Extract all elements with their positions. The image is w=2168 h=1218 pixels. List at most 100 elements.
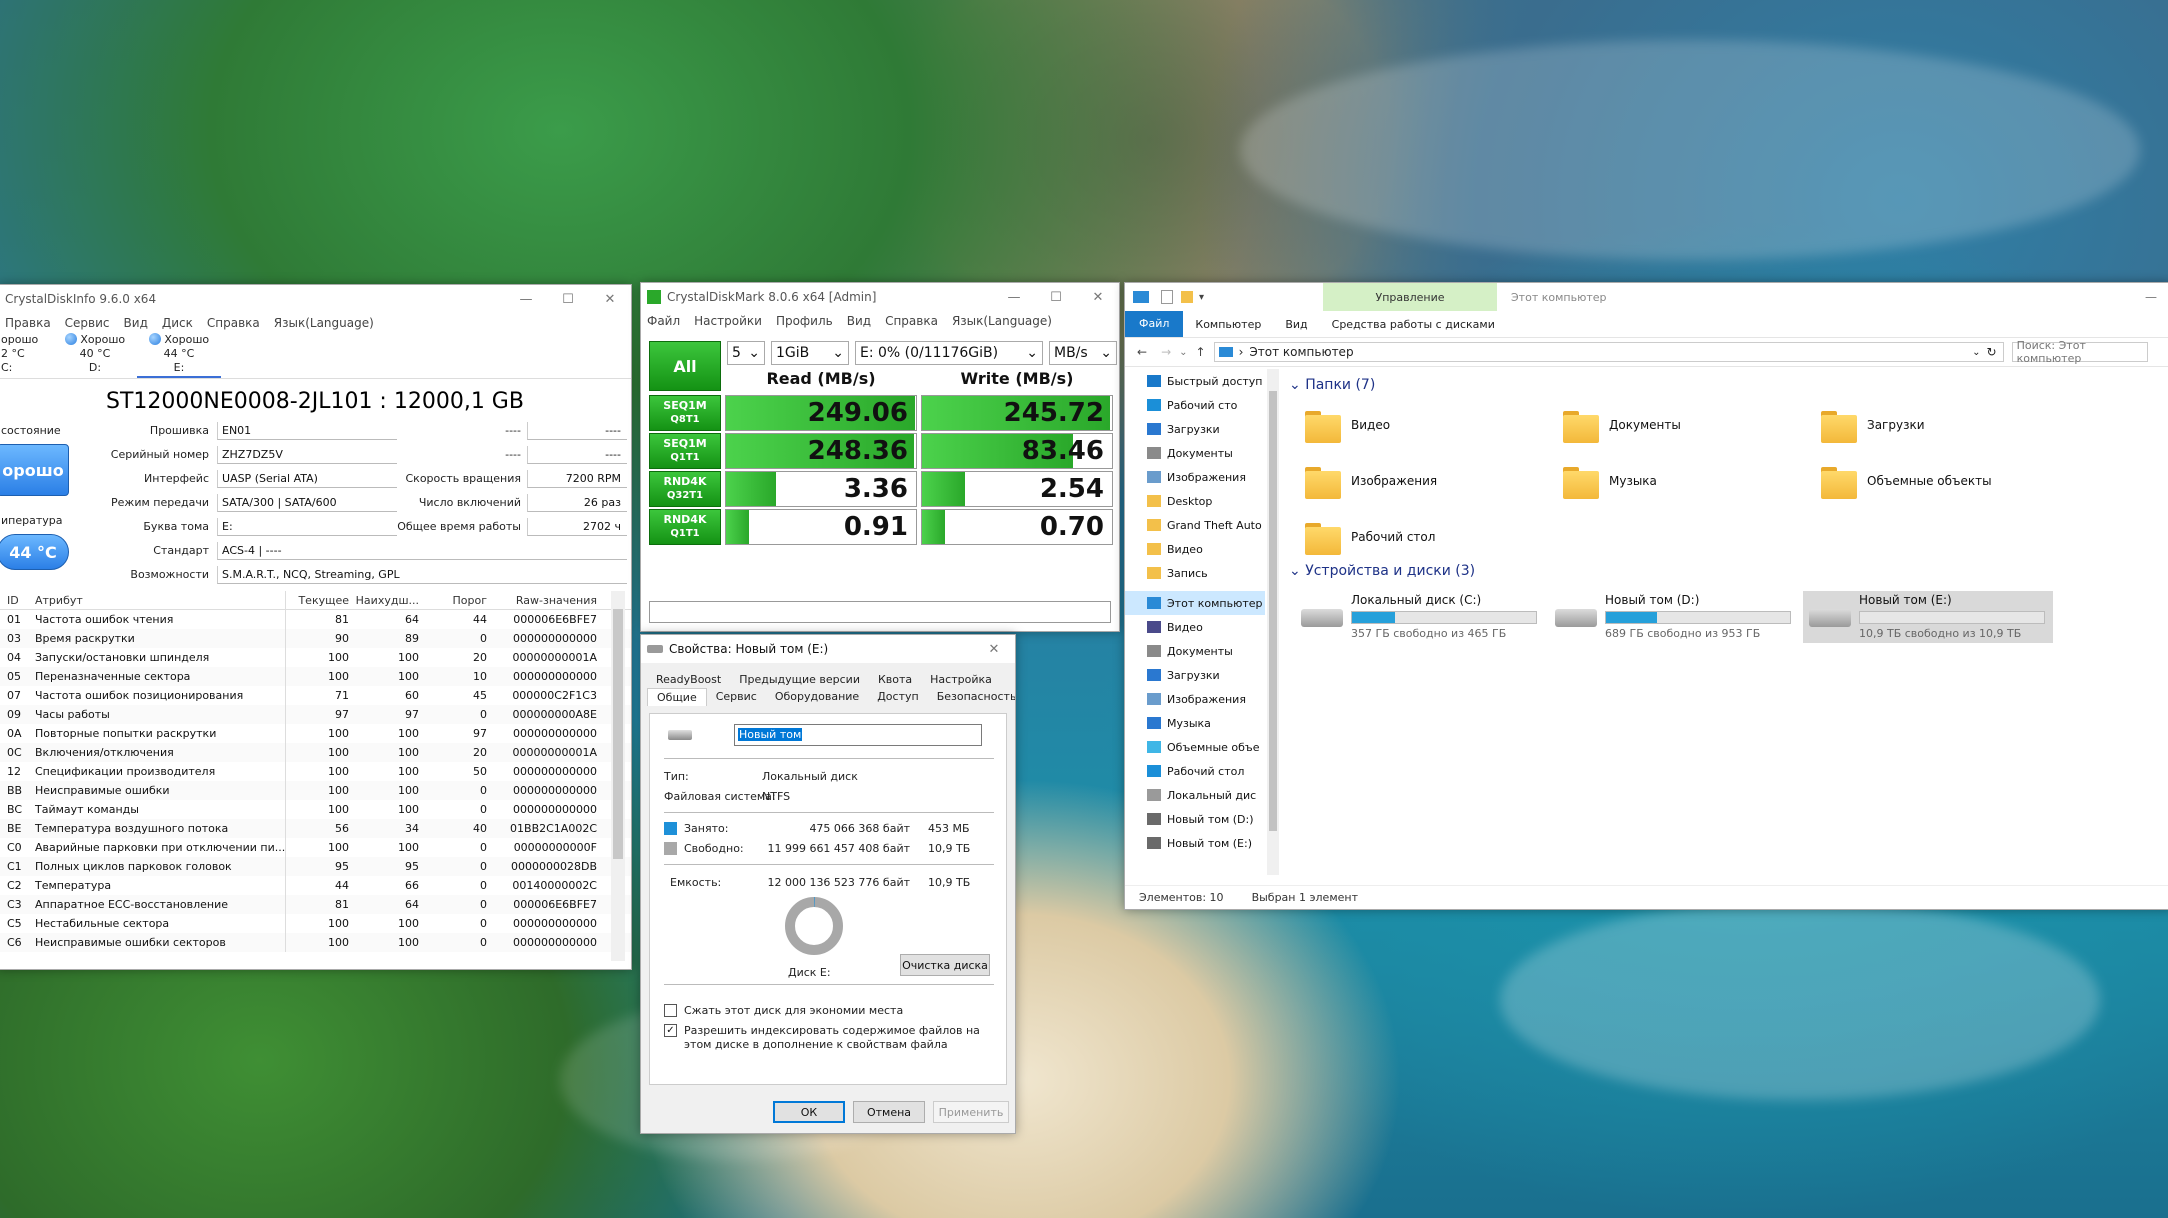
minimize-icon[interactable]: — — [993, 283, 1035, 311]
menu-help[interactable]: Справка — [207, 316, 260, 330]
smart-table-row[interactable]: C1 Полных циклов парковок головок 95 95 0 000… — [0, 857, 631, 876]
tab-previous-versions[interactable]: Предыдущие версии — [730, 671, 869, 688]
nav-item[interactable]: Документы — [1125, 441, 1265, 465]
smart-table-row[interactable]: 05 Переназначенные сектора 100 100 10 0000000… — [0, 667, 631, 686]
column-id[interactable]: ID — [0, 591, 29, 609]
quick-access-dropdown-icon[interactable]: ▾ — [1199, 292, 1204, 303]
column-current[interactable]: Текущее — [285, 591, 353, 609]
nav-item[interactable]: Видео — [1125, 615, 1265, 639]
drive-tab-c[interactable]: орошо 2 °C C: — [1, 333, 53, 378]
menu-language[interactable]: Язык(Language) — [274, 316, 374, 330]
folder-item[interactable]: Документы — [1559, 403, 1681, 447]
volume-name-input[interactable]: Новый том — [734, 724, 982, 746]
ok-button[interactable]: ОК — [773, 1101, 845, 1123]
nav-item[interactable]: Этот компьютер — [1125, 591, 1265, 615]
folder-item[interactable]: Изображения — [1301, 459, 1437, 503]
smart-table-row[interactable]: 0A Повторные попытки раскрутки 100 100 97 000… — [0, 724, 631, 743]
refresh-icon[interactable]: ↻ — [1987, 345, 1997, 359]
tab-hardware[interactable]: Оборудование — [766, 688, 868, 706]
drive-item[interactable]: Локальный диск (C:) 357 ГБ свободно из 46… — [1295, 591, 1545, 643]
menu-profile[interactable]: Профиль — [776, 314, 833, 328]
smart-table-row[interactable]: 01 Частота ошибок чтения 81 64 44 000006E6BFE… — [0, 610, 631, 629]
tab-general[interactable]: Общие — [647, 688, 707, 706]
nav-item[interactable]: Видео — [1125, 537, 1265, 561]
close-icon[interactable]: ✕ — [973, 635, 1015, 663]
folder-item[interactable]: Объемные объекты — [1817, 459, 1992, 503]
forward-icon[interactable]: → — [1161, 345, 1171, 359]
size-select[interactable]: 1GiB ⌄ — [771, 341, 849, 365]
menu-view[interactable]: Вид — [124, 316, 148, 330]
tab-file[interactable]: Файл — [1125, 311, 1184, 337]
tab-security[interactable]: Безопасность — [928, 688, 1015, 706]
run-all-button[interactable]: All — [649, 341, 721, 391]
smart-table-row[interactable]: C6 Неисправимые ошибки секторов 100 100 0 000… — [0, 933, 631, 952]
scrollbar-thumb[interactable] — [1269, 391, 1277, 831]
tab-drive-tools[interactable]: Средства работы с дисками — [1320, 318, 1507, 331]
nav-item[interactable]: Объемные объе — [1125, 735, 1265, 759]
tab-sharing[interactable]: Доступ — [868, 688, 927, 706]
smart-table-scrollbar[interactable] — [611, 591, 625, 961]
test-label-button[interactable]: SEQ1M Q1T1 — [649, 433, 721, 469]
smart-table-row[interactable]: 09 Часы работы 97 97 0 000000000A8E — [0, 705, 631, 724]
nav-item[interactable]: Новый том (D:) — [1125, 807, 1265, 831]
folder-item[interactable]: Музыка — [1559, 459, 1657, 503]
menu-view[interactable]: Вид — [847, 314, 871, 328]
back-icon[interactable]: ← — [1137, 345, 1147, 359]
test-label-button[interactable]: SEQ1M Q8T1 — [649, 395, 721, 431]
smart-table-row[interactable]: 0C Включения/отключения 100 100 20 0000000000… — [0, 743, 631, 762]
smart-table-row[interactable]: C3 Аппаратное ECC-восстановление 81 64 0 0000… — [0, 895, 631, 914]
up-icon[interactable]: ↑ — [1196, 345, 1206, 359]
nav-item[interactable]: Музыка — [1125, 711, 1265, 735]
tab-quota[interactable]: Квота — [869, 671, 921, 688]
minimize-icon[interactable]: — — [505, 285, 547, 313]
folder-item[interactable]: Загрузки — [1817, 403, 1925, 447]
tab-readyboost[interactable]: ReadyBoost — [647, 671, 730, 688]
count-select[interactable]: 5 ⌄ — [727, 341, 765, 365]
nav-item[interactable]: Документы — [1125, 639, 1265, 663]
close-icon[interactable]: ✕ — [1077, 283, 1119, 311]
nav-item[interactable]: Изображения — [1125, 687, 1265, 711]
nav-item[interactable]: Загрузки — [1125, 417, 1265, 441]
smart-table-row[interactable]: 04 Запуски/остановки шпинделя 100 100 20 0000… — [0, 648, 631, 667]
folder-item[interactable]: Рабочий стол — [1301, 515, 1435, 559]
folders-group-header[interactable]: ⌄ Папки (7) — [1289, 377, 1375, 393]
scrollbar-thumb[interactable] — [613, 609, 623, 859]
drive-item[interactable]: Новый том (E:) 10,9 ТБ свободно из 10,9 Т… — [1803, 591, 2053, 643]
navigation-scrollbar[interactable] — [1267, 369, 1279, 875]
nav-item[interactable]: Рабочий стол — [1125, 759, 1265, 783]
column-threshold[interactable]: Порог — [423, 591, 491, 609]
nav-item[interactable]: Локальный дис — [1125, 783, 1265, 807]
menu-edit[interactable]: Правка — [5, 316, 51, 330]
nav-item[interactable]: Быстрый доступ — [1125, 369, 1265, 393]
tab-customize[interactable]: Настройка — [921, 671, 1001, 688]
column-attribute[interactable]: Атрибут — [29, 591, 285, 609]
drive-tab-e[interactable]: Хорошо 44 °C E: — [137, 333, 221, 378]
recent-dropdown-icon[interactable]: ⌄ — [1179, 347, 1187, 358]
smart-table-row[interactable]: BC Таймаут команды 100 100 0 000000000000 — [0, 800, 631, 819]
unit-select[interactable]: MB/s ⌄ — [1049, 341, 1117, 365]
nav-item[interactable]: Desktop — [1125, 489, 1265, 513]
folder-item[interactable]: Видео — [1301, 403, 1390, 447]
menu-disk[interactable]: Диск — [162, 316, 193, 330]
nav-item[interactable]: Рабочий сто — [1125, 393, 1265, 417]
nav-item[interactable]: Новый том (E:) — [1125, 831, 1265, 855]
menu-language[interactable]: Язык(Language) — [952, 314, 1052, 328]
new-folder-icon[interactable] — [1181, 291, 1193, 303]
tab-view[interactable]: Вид — [1273, 318, 1319, 331]
column-worst[interactable]: Наихудш... — [353, 591, 423, 609]
close-icon[interactable]: ✕ — [589, 285, 631, 313]
compress-checkbox[interactable] — [664, 1004, 677, 1017]
drive-tab-d[interactable]: Хорошо 40 °C D: — [53, 333, 137, 378]
smart-table-row[interactable]: C2 Температура 44 66 0 00140000002C — [0, 876, 631, 895]
menu-file[interactable]: Файл — [647, 314, 680, 328]
address-bar[interactable]: › Этот компьютер ⌄ ↻ — [1213, 342, 2004, 362]
smart-table-row[interactable]: 12 Спецификации производителя 100 100 50 0000… — [0, 762, 631, 781]
maximize-icon[interactable]: ☐ — [1035, 283, 1077, 311]
nav-item[interactable]: Изображения — [1125, 465, 1265, 489]
drive-item[interactable]: Новый том (D:) 689 ГБ свободно из 953 ГБ — [1549, 591, 1799, 643]
smart-table-row[interactable]: 03 Время раскрутки 90 89 0 000000000000 — [0, 629, 631, 648]
test-label-button[interactable]: RND4K Q32T1 — [649, 471, 721, 507]
disk-cleanup-button[interactable]: Очистка диска — [900, 954, 990, 976]
search-input[interactable]: Поиск: Этот компьютер — [2011, 339, 2148, 365]
smart-table-row[interactable]: 07 Частота ошибок позиционирования 71 60 45 0… — [0, 686, 631, 705]
